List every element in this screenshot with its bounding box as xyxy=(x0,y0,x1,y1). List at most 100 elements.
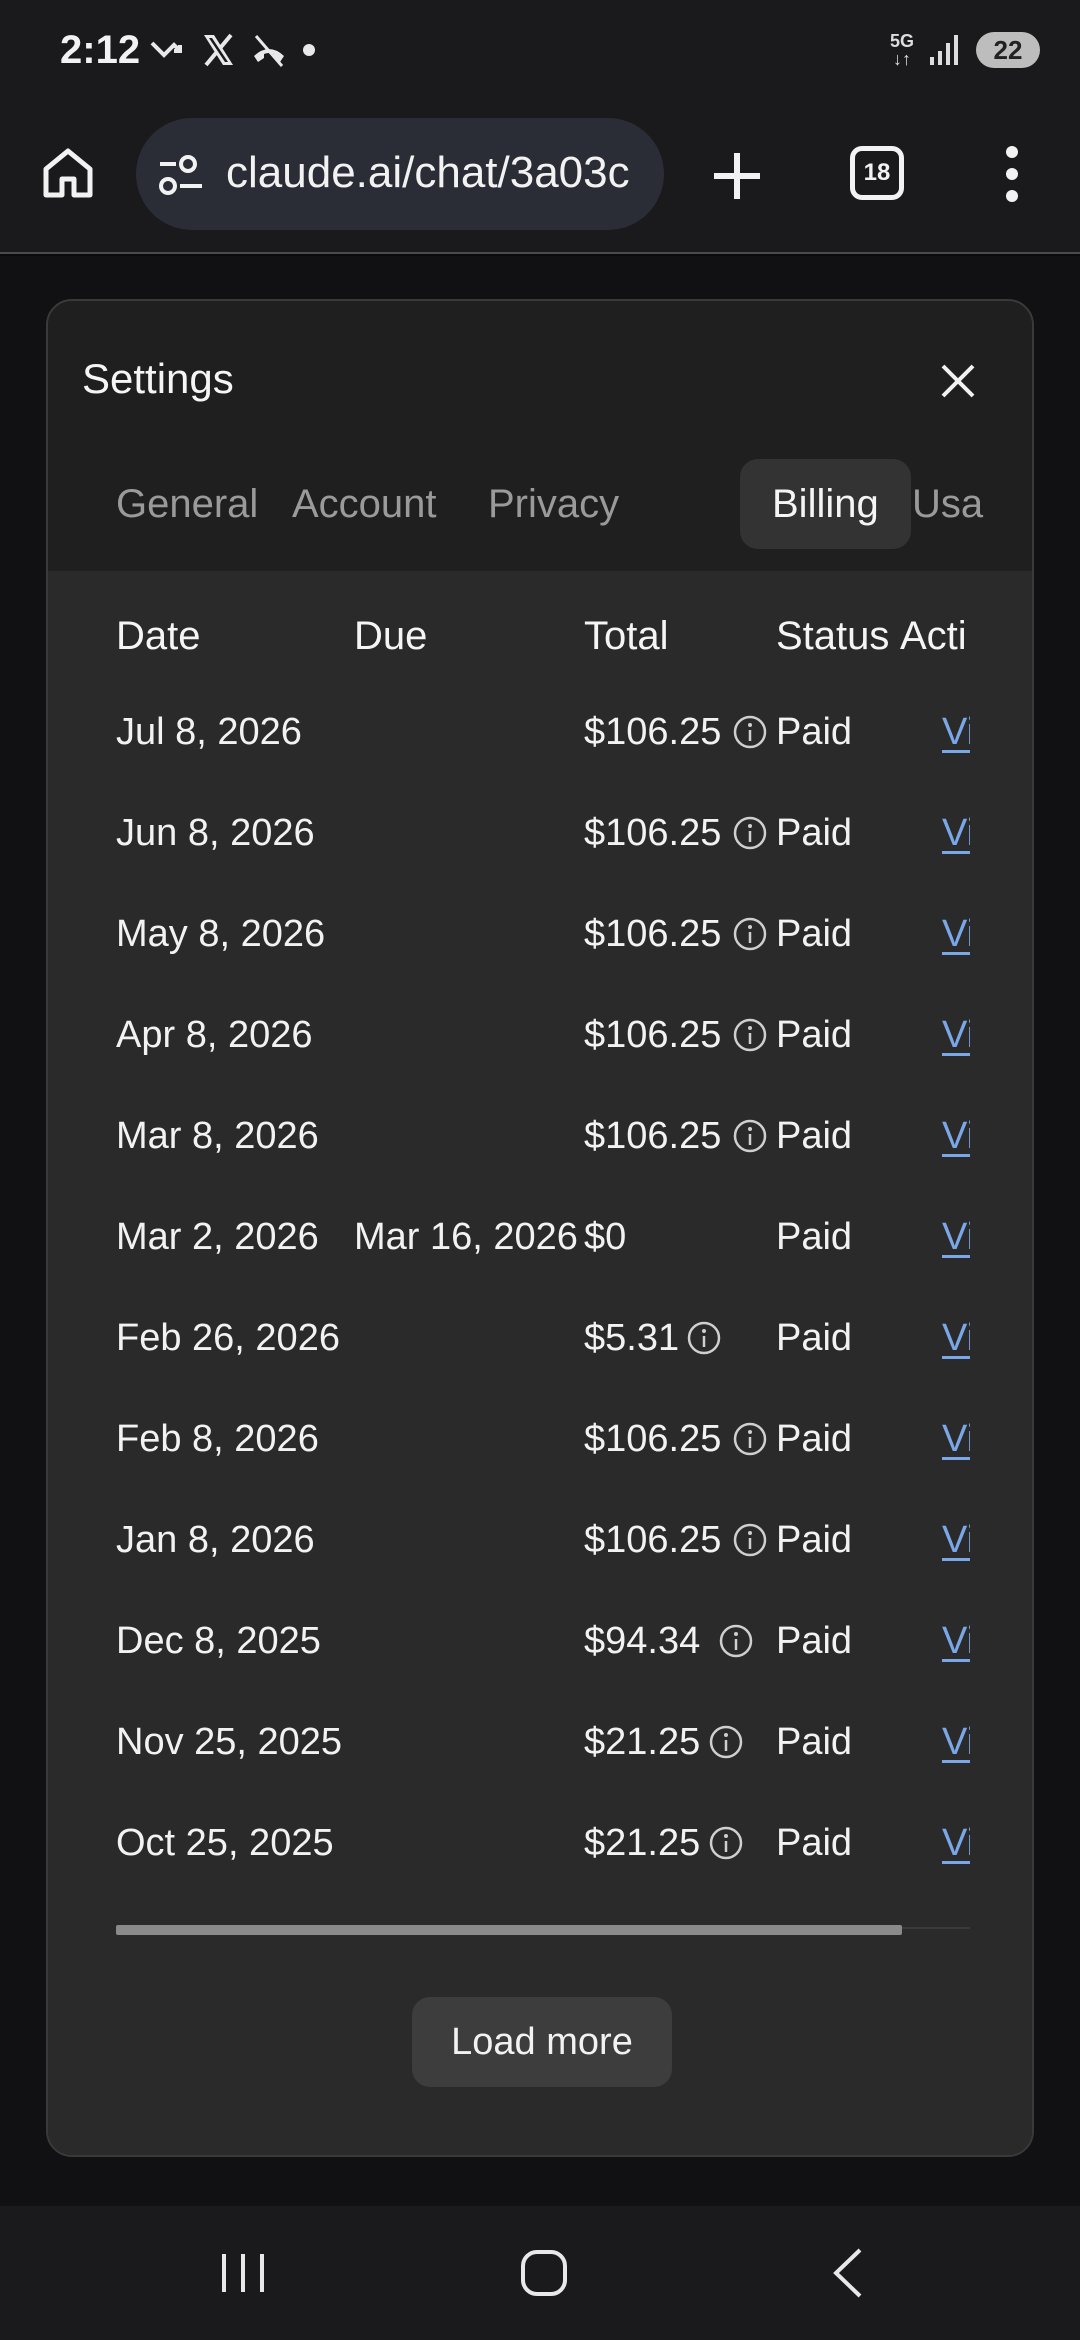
view-invoice-link[interactable]: View xyxy=(942,1012,970,1058)
header-actions: Acti xyxy=(900,614,967,658)
cell-status: Paid xyxy=(776,1519,853,1561)
tab-privacy[interactable]: Privacy xyxy=(456,459,651,549)
cell-status: Paid xyxy=(776,913,853,955)
info-icon[interactable] xyxy=(732,1118,768,1154)
back-icon[interactable] xyxy=(830,2246,866,2300)
info-icon[interactable] xyxy=(708,1825,744,1861)
view-invoice-link[interactable]: View xyxy=(942,1214,970,1260)
cell-total: $106.25 xyxy=(584,711,722,753)
cell-date: May 8, 2026 xyxy=(116,913,326,955)
table-row: Mar 2, 2026 Mar 16, 2026$0 Paid View xyxy=(116,1214,970,1270)
table-row: Apr 8, 2026 $106.25 Paid View xyxy=(116,1012,970,1068)
view-invoice-link[interactable]: View xyxy=(942,1820,970,1866)
address-bar[interactable]: claude.ai/chat/3a03c xyxy=(136,118,664,230)
system-nav-bar xyxy=(0,2206,1080,2340)
cell-status: Paid xyxy=(776,1317,853,1359)
header-due: Due xyxy=(354,614,428,658)
network-type: 5G ↓↑ xyxy=(889,31,914,69)
table-row: Jan 8, 2026 $106.25 Paid View xyxy=(116,1517,970,1573)
settings-modal: Settings General Account Privacy Billing… xyxy=(46,299,1034,2157)
info-icon[interactable] xyxy=(732,1522,768,1558)
signal-icon xyxy=(930,35,958,65)
table-row: Feb 26, 2026 $5.31 Paid View xyxy=(116,1315,970,1371)
cell-status: Paid xyxy=(776,812,853,854)
cell-total: $106.25 xyxy=(584,1115,722,1157)
cell-status: Paid xyxy=(776,1115,853,1157)
info-icon[interactable] xyxy=(708,1724,744,1760)
view-invoice-link[interactable]: View xyxy=(942,1416,970,1462)
invoice-table: Date Due Total Status Acti Jul 8, 2026 $1… xyxy=(116,571,970,1971)
cell-date: Jun 8, 2026 xyxy=(116,812,315,854)
info-icon[interactable] xyxy=(732,916,768,952)
status-system-icons: 5G ↓↑ 22 xyxy=(890,28,1040,72)
view-invoice-link[interactable]: View xyxy=(942,1113,970,1159)
view-invoice-link[interactable]: View xyxy=(942,1315,970,1361)
view-invoice-link[interactable]: View xyxy=(942,709,970,755)
cell-status: Paid xyxy=(776,1721,853,1763)
plus-icon[interactable] xyxy=(706,145,768,207)
home-icon[interactable] xyxy=(40,145,96,201)
table-row: Jun 8, 2026 $106.25 Paid View xyxy=(116,810,970,866)
close-button[interactable] xyxy=(928,351,988,411)
info-icon[interactable] xyxy=(732,1017,768,1053)
missed-call-icon xyxy=(150,41,182,58)
view-invoice-link[interactable]: View xyxy=(942,1517,970,1563)
info-icon[interactable] xyxy=(718,1623,754,1659)
view-invoice-link[interactable]: View xyxy=(942,1618,970,1664)
url-text[interactable]: claude.ai/chat/3a03c xyxy=(226,148,646,198)
x-app-icon xyxy=(204,33,233,67)
table-row: Mar 8, 2026 $106.25 Paid View xyxy=(116,1113,970,1169)
cell-total: $106.25 xyxy=(584,1014,722,1056)
cell-status: Paid xyxy=(776,1418,853,1460)
horizontal-scroll-thumb[interactable] xyxy=(116,1925,902,1935)
cell-date: Mar 2, 2026 xyxy=(116,1216,319,1258)
nav-home-icon[interactable] xyxy=(520,2248,568,2298)
header-total: Total xyxy=(584,614,669,658)
info-icon[interactable] xyxy=(732,714,768,750)
tab-switcher-button[interactable]: 18 xyxy=(850,146,904,200)
recent-apps-icon[interactable] xyxy=(218,2250,268,2296)
cell-status: Paid xyxy=(776,711,853,753)
table-row: Nov 25, 2025 $21.25 Paid View xyxy=(116,1719,970,1775)
cell-date: Jul 8, 2026 xyxy=(116,711,302,753)
cell-total: $106.25 xyxy=(584,913,722,955)
cell-status: Paid xyxy=(776,1014,853,1056)
settings-tabs: General Account Privacy Billing Usa xyxy=(82,459,1032,549)
cell-total: $21.25 xyxy=(584,1721,701,1763)
info-icon[interactable] xyxy=(686,1320,722,1356)
view-invoice-link[interactable]: View xyxy=(942,911,970,957)
tab-usage[interactable]: Usa xyxy=(880,459,1015,549)
table-row: Feb 8, 2026 $106.25 Paid View xyxy=(116,1416,970,1472)
status-notification-icons xyxy=(150,28,316,72)
settings-header: Settings General Account Privacy Billing… xyxy=(48,301,1032,571)
cell-status: Paid xyxy=(776,1822,853,1864)
table-row: Dec 8, 2025 $94.34 Paid View xyxy=(116,1618,970,1674)
info-icon[interactable] xyxy=(732,815,768,851)
cell-total: $106.25 xyxy=(584,1519,722,1561)
header-status: Status xyxy=(776,614,890,658)
cell-date: Mar 8, 2026 xyxy=(116,1115,319,1157)
tab-account[interactable]: Account xyxy=(260,459,469,549)
cell-date: Nov 25, 2025 xyxy=(116,1721,343,1763)
battery-indicator: 22 xyxy=(976,32,1040,68)
info-icon[interactable] xyxy=(732,1421,768,1457)
view-invoice-link[interactable]: View xyxy=(942,1719,970,1765)
tune-icon[interactable] xyxy=(158,154,204,196)
load-more-button[interactable]: Load more xyxy=(412,1997,672,2087)
browser-toolbar: claude.ai/chat/3a03c 18 xyxy=(0,100,1080,254)
view-invoice-link[interactable]: View xyxy=(942,810,970,856)
settings-title: Settings xyxy=(82,355,234,402)
more-vert-icon[interactable] xyxy=(1000,144,1024,204)
dot-icon xyxy=(303,44,315,56)
close-icon[interactable] xyxy=(939,362,977,400)
cell-total: $106.25 xyxy=(584,812,722,854)
header-date: Date xyxy=(116,614,201,658)
status-bar: 2:12 5G ↓↑ 22 xyxy=(0,0,1080,100)
table-row: Oct 25, 2025 $21.25 Paid View xyxy=(116,1820,970,1876)
cell-total: $94.34 xyxy=(584,1620,701,1662)
cell-total: $21.25 xyxy=(584,1822,701,1864)
cell-date: Feb 8, 2026 xyxy=(116,1418,319,1460)
table-row: Jul 8, 2026 $106.25 Paid View xyxy=(116,709,970,765)
call-muted-icon xyxy=(254,35,284,67)
cell-status: Paid xyxy=(776,1216,853,1258)
